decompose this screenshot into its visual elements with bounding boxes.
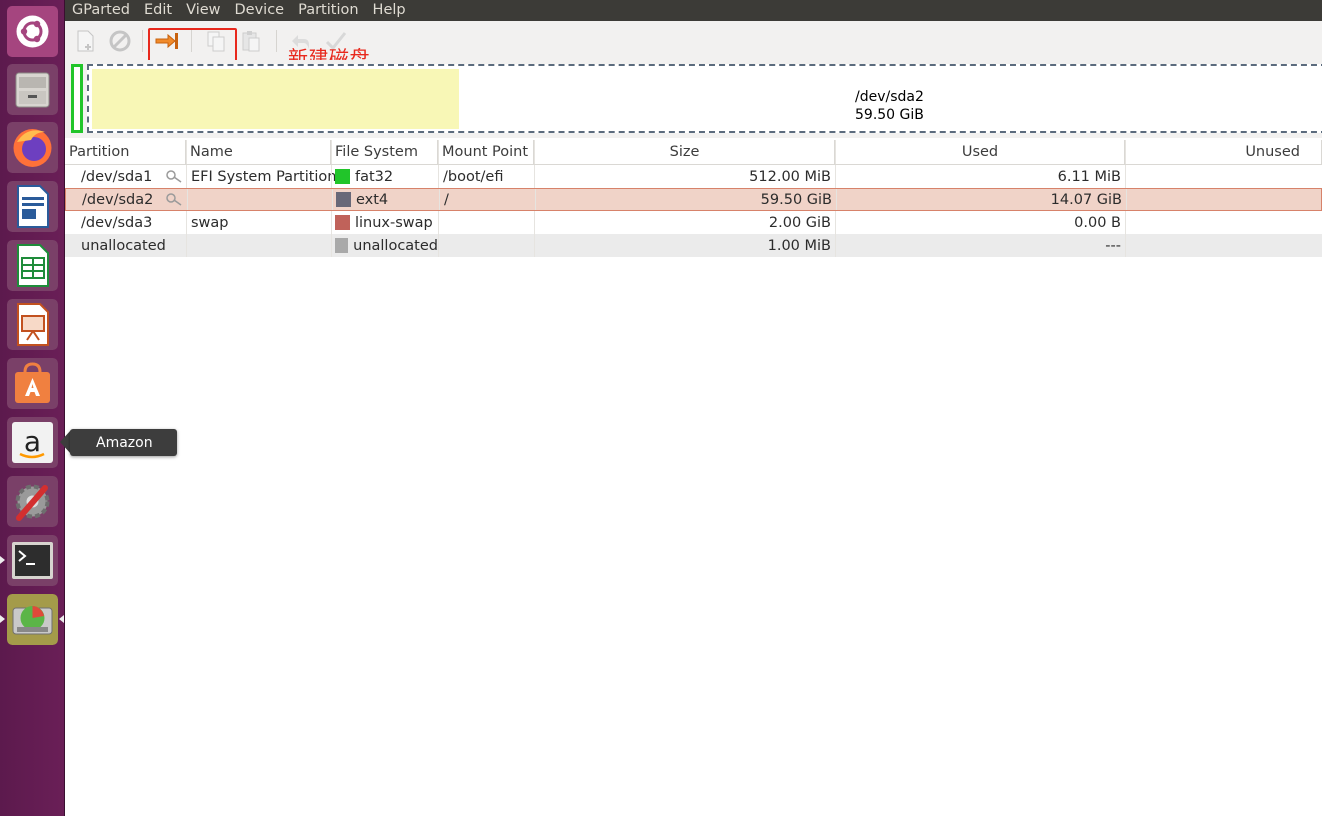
menu-partition[interactable]: Partition [291, 0, 365, 21]
cell-used: 14.07 GiB [836, 189, 1126, 210]
libreoffice-writer-icon [7, 181, 58, 232]
launcher-terminal-button[interactable] [7, 535, 58, 586]
menu-app-title[interactable]: GParted [65, 0, 137, 21]
cell-filesystem: unallocated [331, 234, 438, 257]
cell-filesystem-label: ext4 [356, 191, 389, 208]
cell-filesystem-label: linux-swap [355, 214, 433, 231]
firefox-icon [7, 122, 58, 173]
diskmap-partition-sda2[interactable]: /dev/sda2 59.50 GiB [87, 64, 1322, 133]
cell-unused [1125, 165, 1322, 188]
cell-used: 6.11 MiB [835, 165, 1125, 188]
cell-used: 0.00 B [835, 211, 1125, 234]
header-mountpoint[interactable]: Mount Point [438, 140, 534, 164]
diskmap-partition-name: /dev/sda2 [855, 89, 924, 105]
launcher-impress-button[interactable] [7, 299, 58, 350]
delete-partition-button[interactable] [106, 27, 134, 55]
menu-edit[interactable]: Edit [137, 0, 179, 21]
table-row-sda1[interactable]: /dev/sda1 EFI System Partition fat32 /bo… [65, 165, 1322, 188]
tooltip-label: Amazon [96, 434, 153, 451]
launcher-tooltip: Amazon [70, 429, 177, 456]
menu-view[interactable]: View [179, 0, 227, 21]
header-used[interactable]: Used [835, 140, 1125, 164]
cell-mountpoint: / [439, 189, 535, 210]
cell-name: EFI System Partition [186, 165, 337, 188]
delete-circle-icon [109, 30, 131, 52]
cell-partition: /dev/sda3 [81, 214, 153, 231]
launcher-software-button[interactable] [7, 358, 58, 409]
disk-map: /dev/sda2 59.50 GiB [65, 60, 1322, 138]
libreoffice-calc-icon [7, 240, 58, 291]
fs-color-swatch [335, 169, 350, 184]
fs-color-swatch [336, 192, 351, 207]
system-settings-icon [7, 476, 58, 527]
table-row-unallocated[interactable]: unallocated unallocated 1.00 MiB --- [65, 234, 1322, 257]
cell-name [186, 234, 331, 257]
launcher-writer-button[interactable] [7, 181, 58, 232]
cell-size: 59.50 GiB [535, 189, 836, 210]
cell-unused [1125, 211, 1322, 234]
header-partition[interactable]: Partition [65, 140, 186, 164]
fs-color-swatch [335, 238, 349, 253]
new-partition-button[interactable] [71, 27, 99, 55]
launcher: a [0, 0, 65, 816]
terminal-icon [7, 535, 58, 586]
ubuntu-logo-icon [7, 6, 58, 57]
partition-table: Partition Name File System Mount Point S… [65, 140, 1322, 257]
cell-mountpoint: /boot/efi [438, 165, 534, 188]
menu-help[interactable]: Help [366, 0, 413, 21]
amazon-icon: a [7, 417, 58, 468]
header-name[interactable]: Name [186, 140, 331, 164]
launcher-files-button[interactable] [7, 64, 58, 115]
cell-size: 1.00 MiB [534, 234, 835, 257]
toolbar-separator [276, 30, 277, 52]
toolbar-separator [142, 30, 143, 52]
diskmap-partition-size: 59.50 GiB [855, 107, 924, 123]
cell-mountpoint [438, 234, 534, 257]
gparted-icon [7, 594, 58, 645]
libreoffice-impress-icon [7, 299, 58, 350]
cell-filesystem-label: fat32 [355, 168, 394, 185]
header-unused[interactable]: Unused [1125, 140, 1322, 164]
new-document-icon [77, 30, 94, 52]
cell-unused [1126, 189, 1322, 210]
diskmap-label: /dev/sda2 59.50 GiB [855, 88, 924, 124]
table-header: Partition Name File System Mount Point S… [65, 140, 1322, 165]
diskmap-used-area [92, 69, 459, 129]
gparted-running-indicator [0, 615, 5, 623]
cell-name [187, 189, 332, 210]
terminal-running-indicator [0, 556, 5, 564]
paste-button[interactable] [237, 27, 265, 55]
cell-size: 2.00 GiB [534, 211, 835, 234]
menu-device[interactable]: Device [228, 0, 292, 21]
fs-color-swatch [335, 215, 350, 230]
cell-size: 512.00 MiB [534, 165, 835, 188]
cell-filesystem: fat32 [331, 165, 438, 188]
file-cabinet-icon [7, 64, 58, 115]
toolbar [65, 21, 1322, 60]
ubuntu-software-icon [7, 358, 58, 409]
cell-mountpoint [438, 211, 534, 234]
launcher-gparted-button[interactable] [7, 594, 58, 645]
cell-used: --- [835, 234, 1125, 257]
header-size[interactable]: Size [534, 140, 835, 164]
menubar: GParted Edit View Device Partition Help [65, 0, 1322, 21]
table-row-sda3[interactable]: /dev/sda3 swap linux-swap 2.00 GiB 0.00 … [65, 211, 1322, 234]
launcher-settings-button[interactable] [7, 476, 58, 527]
cell-partition: unallocated [81, 237, 166, 254]
svg-text:a: a [24, 425, 41, 458]
diskmap-partition-sda1[interactable] [71, 64, 83, 133]
cell-filesystem: linux-swap [331, 211, 438, 234]
gparted-focused-indicator [59, 615, 64, 623]
header-filesystem[interactable]: File System [331, 140, 438, 164]
launcher-dash-button[interactable] [7, 6, 58, 57]
paste-icon [242, 31, 260, 52]
table-row-sda2[interactable]: /dev/sda2 ext4 / 59.50 GiB 14.07 GiB [65, 188, 1322, 211]
cell-name: swap [186, 211, 331, 234]
cell-filesystem: ext4 [332, 189, 439, 210]
cell-filesystem-label: unallocated [353, 237, 438, 254]
cell-unused [1125, 234, 1322, 257]
launcher-firefox-button[interactable] [7, 122, 58, 173]
launcher-amazon-button[interactable]: a [7, 417, 58, 468]
launcher-calc-button[interactable] [7, 240, 58, 291]
